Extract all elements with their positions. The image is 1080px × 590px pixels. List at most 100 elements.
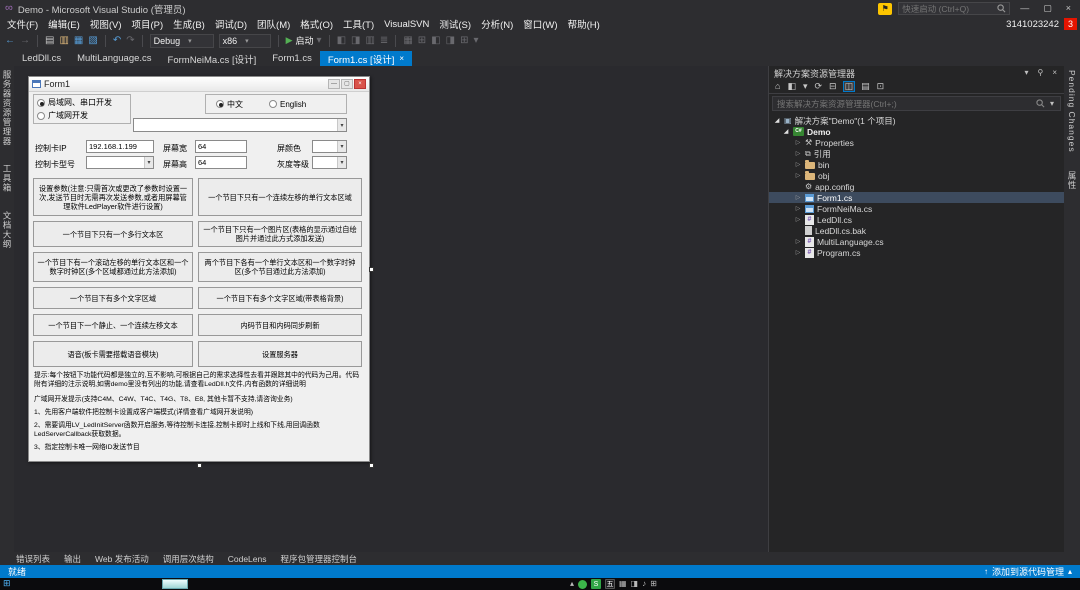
resize-handle-corner[interactable] xyxy=(369,463,374,468)
screen-height-input[interactable]: 64 xyxy=(195,156,247,169)
tree-item-obj[interactable]: ▷ obj xyxy=(769,170,1064,181)
radio-lan-serial[interactable]: 局域网、串口开发 xyxy=(37,97,127,108)
menu-edit[interactable]: 编辑(E) xyxy=(43,17,85,31)
multi-text-areas-button[interactable]: 一个节目下有多个文字区域 xyxy=(33,287,193,309)
screen-color-dropdown[interactable]: ▾ xyxy=(312,140,347,153)
tab-multilanguage-cs[interactable]: MultiLanguage.cs xyxy=(69,51,159,66)
menu-help[interactable]: 帮助(H) xyxy=(563,17,605,31)
ip-input[interactable]: 192.168.1.199 xyxy=(86,140,154,153)
main-combobox[interactable]: ▾ xyxy=(133,118,347,132)
maximize-button[interactable]: ▢ xyxy=(1039,4,1056,13)
tree-item-form1-cs[interactable]: ▷ Form1.cs xyxy=(769,192,1064,203)
undo-icon[interactable]: ↶ xyxy=(113,36,121,46)
tab-leddll-cs[interactable]: LedDll.cs xyxy=(14,51,69,66)
tray-green-app-icon[interactable] xyxy=(578,580,587,589)
save-icon[interactable]: ▦ xyxy=(74,36,83,46)
show-all-files-icon[interactable]: ▤ xyxy=(861,82,870,91)
form-minimize-button[interactable]: — xyxy=(328,79,340,89)
tree-item-properties[interactable]: ▷ ⚒ Properties xyxy=(769,137,1064,148)
menu-view[interactable]: 视图(V) xyxy=(85,17,127,31)
tab-formneima-design[interactable]: FormNeiMa.cs [设计] xyxy=(160,51,265,66)
picture-area-button[interactable]: 一个节目下只有一个图片区(表格的显示通过自绘图片并通过此方式添加发送) xyxy=(198,221,362,247)
expander-icon[interactable]: ▷ xyxy=(794,250,802,256)
single-scroll-text-button[interactable]: 一个节目下只有一个连续左移的单行文本区域 xyxy=(198,178,362,216)
navigate-forward-icon[interactable]: → xyxy=(20,36,30,46)
expander-icon[interactable]: ◢ xyxy=(773,118,781,124)
tab-close-icon[interactable]: × xyxy=(399,55,404,63)
sidebar-tab-properties[interactable]: 属性 xyxy=(1066,171,1078,190)
close-button[interactable]: × xyxy=(1062,4,1075,13)
sidebar-tab-pending-changes[interactable]: Pending Changes xyxy=(1067,70,1077,153)
menu-window[interactable]: 窗口(W) xyxy=(518,17,562,31)
add-to-source-control-button[interactable]: 添加到源代码管理 xyxy=(992,565,1064,578)
two-programs-button[interactable]: 两个节目下各有一个单行文本区和一个数字时钟区(多个节目通过此方法添加) xyxy=(198,252,362,282)
solution-platform-dropdown[interactable]: x86 ▾ xyxy=(219,34,271,48)
toolbar-icon-output[interactable]: ≣ xyxy=(380,36,388,46)
menu-project[interactable]: 项目(P) xyxy=(126,17,168,31)
menu-build[interactable]: 生成(B) xyxy=(168,17,210,31)
show-hidden-icons-arrow[interactable]: ▴ xyxy=(570,580,574,588)
pin-icon[interactable]: ⚲ xyxy=(1035,69,1045,77)
screen-width-input[interactable]: 64 xyxy=(195,140,247,153)
expander-icon[interactable]: ▷ xyxy=(794,206,802,212)
menu-visualsvn[interactable]: VisualSVN xyxy=(379,19,434,30)
align-lefts-icon[interactable]: ▦ xyxy=(403,36,412,46)
expander-icon[interactable]: ▷ xyxy=(794,173,802,179)
window-position-icon[interactable]: ▾ xyxy=(1022,69,1030,77)
tree-item-project-demo[interactable]: ◢ C# Demo xyxy=(769,126,1064,137)
align-centers-icon[interactable]: ⊞ xyxy=(418,36,426,46)
internal-code-refresh-button[interactable]: 内码节目和内码同步刷新 xyxy=(198,314,362,336)
open-files-filter-icon[interactable]: ▾ xyxy=(803,82,808,91)
toolbar-icon-breakpoint[interactable]: ▥ xyxy=(365,36,374,46)
make-same-size-icon[interactable]: ◨ xyxy=(446,36,455,46)
navigate-back-icon[interactable]: ← xyxy=(5,36,15,46)
text-and-clock-button[interactable]: 一个节目下有一个滚动左移的单行文本区和一个数字时钟区(多个区域都通过此方法添加) xyxy=(33,252,193,282)
tab-form1-design-active[interactable]: Form1.cs [设计] × xyxy=(320,51,412,66)
account-id[interactable]: 3141023242 xyxy=(1006,19,1059,30)
set-server-button[interactable]: 设置服务器 xyxy=(198,341,362,367)
designed-form-window[interactable]: Form1 — ▢ × 局域网、串口开发 xyxy=(28,76,370,462)
tab-error-list[interactable]: 错误列表 xyxy=(16,553,50,565)
static-and-scroll-button[interactable]: 一个节目下一个静止、一个连续左移文本 xyxy=(33,314,193,336)
quick-launch-box[interactable] xyxy=(898,2,1010,15)
toolbar-icon-step[interactable]: ◨ xyxy=(351,36,360,46)
tab-package-manager-console[interactable]: 程序包管理器控制台 xyxy=(281,553,358,565)
expander-icon[interactable]: ◢ xyxy=(782,129,790,135)
notification-flag-icon[interactable]: ⚑ xyxy=(878,3,892,15)
quick-launch-input[interactable] xyxy=(902,4,994,14)
expander-icon[interactable]: ▷ xyxy=(794,151,802,157)
solution-configuration-dropdown[interactable]: Debug ▾ xyxy=(150,34,214,48)
menu-test[interactable]: 测试(S) xyxy=(434,17,476,31)
redo-icon[interactable]: ↷ xyxy=(126,36,134,46)
solution-search-input[interactable] xyxy=(777,99,1033,109)
tree-item-bin[interactable]: ▷ bin xyxy=(769,159,1064,170)
wubi-input-icon[interactable]: 五 xyxy=(605,579,615,589)
properties-icon[interactable]: ⊡ xyxy=(877,82,885,91)
start-button[interactable]: ⊞ xyxy=(3,579,11,588)
toolbar-icon-build[interactable]: ◧ xyxy=(337,36,346,46)
menu-tools[interactable]: 工具(T) xyxy=(338,17,379,31)
home-icon[interactable]: ⌂ xyxy=(775,82,780,91)
pending-changes-filter-icon[interactable]: ◧ xyxy=(787,82,796,91)
menu-debug[interactable]: 调试(D) xyxy=(210,17,252,31)
minimize-button[interactable]: — xyxy=(1016,4,1033,13)
radio-chinese[interactable]: 中文 xyxy=(216,99,243,110)
new-file-icon[interactable]: ▤ xyxy=(45,36,54,46)
tree-item-app-config[interactable]: ⚙ app.config xyxy=(769,181,1064,192)
set-params-button[interactable]: 设置参数(注意:只需首次或更改了参数时设置一次,发送节目时无需再次发送参数,或者… xyxy=(33,178,193,216)
expander-icon[interactable]: ▷ xyxy=(794,195,802,201)
tree-item-program-cs[interactable]: ▷ # Program.cs xyxy=(769,247,1064,258)
align-tops-icon[interactable]: ◧ xyxy=(431,36,440,46)
tree-item-solution[interactable]: ◢ ▣ 解决方案"Demo"(1 个项目) xyxy=(769,115,1064,126)
menu-format[interactable]: 格式(O) xyxy=(295,17,338,31)
tree-item-multilanguage-cs[interactable]: ▷ # MultiLanguage.cs xyxy=(769,236,1064,247)
radio-english[interactable]: English xyxy=(269,100,306,109)
resize-handle-right[interactable] xyxy=(369,267,374,272)
radio-wan[interactable]: 广域网开发 xyxy=(37,110,127,121)
tray-icon-1[interactable]: ▦ xyxy=(619,580,627,588)
save-all-icon[interactable]: ▧ xyxy=(88,36,97,46)
tab-call-hierarchy[interactable]: 调用层次结构 xyxy=(163,553,214,565)
expander-icon[interactable]: ▷ xyxy=(794,140,802,146)
expander-icon[interactable]: ▷ xyxy=(794,239,802,245)
tab-web-publish[interactable]: Web 发布活动 xyxy=(95,553,149,565)
